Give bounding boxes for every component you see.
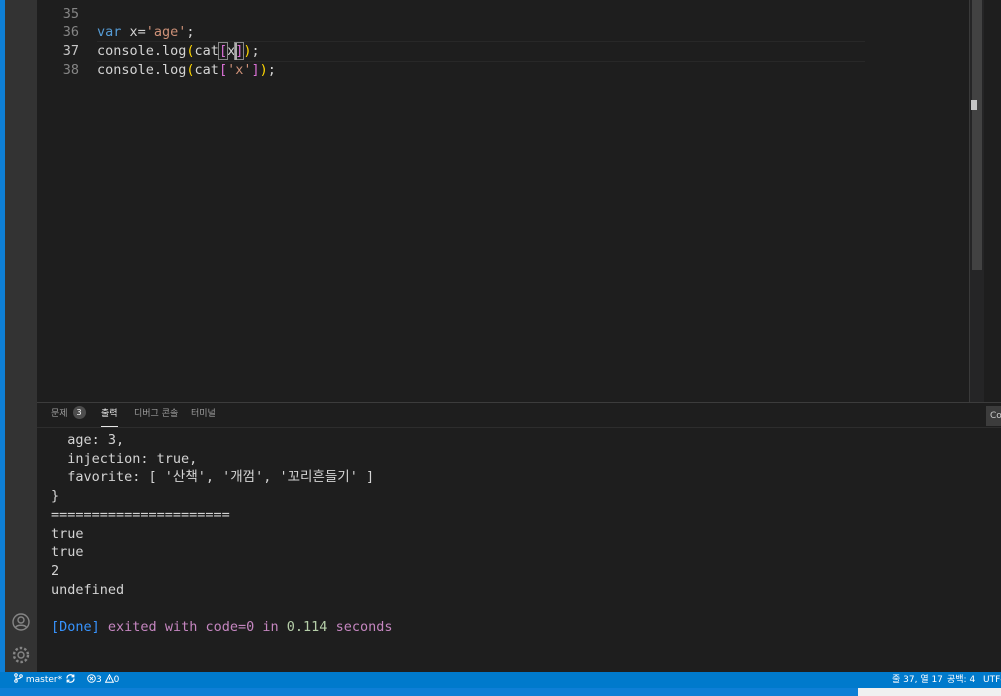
done-code: code=0 xyxy=(205,619,255,635)
done-exited: exited with xyxy=(107,619,198,635)
output-line: injection: true, xyxy=(51,450,198,467)
error-count: 3 xyxy=(96,675,102,685)
warning-icon xyxy=(104,673,114,683)
code-token: ; xyxy=(267,62,276,78)
code-token: ) xyxy=(259,62,268,78)
window-bottom-edge xyxy=(0,688,1001,696)
bottom-panel: 문제 3 출력 디버그 콘솔 터미널 Co age: 3, injection: … xyxy=(37,402,1001,673)
code-token: console.log xyxy=(97,43,187,59)
indentation[interactable]: 공백: 4 xyxy=(947,672,975,688)
code-editor[interactable]: 35 36 var x='age'; 37 console.log(cat[x]); 38… xyxy=(37,0,1001,402)
code-token: ( xyxy=(186,43,195,59)
done-line: [Done] exited with code=0 in 0.114 secon… xyxy=(51,618,392,637)
scrollbar-thumb[interactable] xyxy=(972,0,982,270)
code-text: var x='age'; xyxy=(97,23,195,42)
line-number: 36 xyxy=(62,24,79,40)
output-line: true xyxy=(51,544,84,561)
code-token: 'x' xyxy=(227,62,252,78)
text-cursor xyxy=(235,43,238,60)
code-token: 'age' xyxy=(145,24,187,40)
code-line: 35 xyxy=(37,5,977,24)
branch-name: master* xyxy=(25,675,63,685)
output-line: true xyxy=(51,525,84,542)
code-token: ) xyxy=(243,43,252,59)
code-token: console.log xyxy=(97,62,187,78)
output-line: undefined xyxy=(51,581,125,598)
code-token: cat xyxy=(194,43,219,59)
output-channel-select[interactable]: Co xyxy=(986,406,1001,426)
git-branch-icon xyxy=(14,673,23,683)
output-line: favorite: [ '산책', '개껌', '꼬리흔들기' ] xyxy=(51,469,375,486)
code-line: 38 console.log(cat['x']); xyxy=(37,61,977,80)
cursor-position-marker xyxy=(971,100,977,110)
line-number: 37 xyxy=(62,43,79,59)
error-icon xyxy=(87,674,96,683)
panel-tabs: 문제 3 출력 디버그 콘솔 터미널 Co xyxy=(37,403,1001,428)
output-line: } xyxy=(51,488,60,505)
tab-output[interactable]: 출력 xyxy=(101,403,118,427)
encoding[interactable]: UTF- xyxy=(983,672,1001,688)
code-token: [ xyxy=(218,62,228,78)
status-bar: master* 3 0 줄 37, 열 17 공백: 4 UTF- xyxy=(0,672,1001,688)
cursor-position[interactable]: 줄 37, 열 17 xyxy=(892,672,943,688)
code-token: var xyxy=(97,24,122,40)
code-token: x= xyxy=(121,24,146,40)
tab-output-label: 출력 xyxy=(101,409,118,419)
tab-problems-label: 문제 xyxy=(51,409,68,419)
output-line: age: 3, xyxy=(51,432,125,448)
tab-terminal-label: 터미널 xyxy=(191,409,216,419)
done-seconds-value: 0.114 xyxy=(286,619,328,635)
problems-indicator[interactable]: 3 0 xyxy=(87,672,119,688)
code-token: [ xyxy=(217,42,229,60)
done-in: in xyxy=(262,619,279,635)
desktop-corner xyxy=(858,688,1001,696)
code-token: x xyxy=(227,43,236,59)
output-line: ====================== xyxy=(51,506,230,523)
gear-icon[interactable] xyxy=(11,645,31,665)
tab-terminal[interactable]: 터미널 xyxy=(191,403,216,426)
branch-indicator[interactable]: master* xyxy=(14,672,62,688)
code-token: ] xyxy=(251,62,260,78)
code-token: ; xyxy=(251,43,260,59)
code-line: 36 var x='age'; xyxy=(37,23,977,42)
done-tag: [Done] xyxy=(51,619,100,635)
warning-count: 0 xyxy=(113,675,120,685)
line-number: 35 xyxy=(62,6,79,22)
code-line: 37 console.log(cat[x]); xyxy=(37,42,977,61)
code-token: cat xyxy=(194,62,219,78)
problems-count-badge: 3 xyxy=(72,406,86,419)
code-token: ( xyxy=(186,62,195,78)
code-token: ; xyxy=(186,24,195,40)
code-text: console.log(cat['x']); xyxy=(97,61,276,80)
tab-debug-console[interactable]: 디버그 콘솔 xyxy=(134,403,178,426)
line-number: 38 xyxy=(62,62,79,78)
sync-icon[interactable] xyxy=(65,672,76,688)
tab-debug-console-label: 디버그 콘솔 xyxy=(134,409,179,419)
output-line: 2 xyxy=(51,562,60,579)
activity-bar xyxy=(5,0,37,672)
account-icon[interactable] xyxy=(11,612,31,632)
done-seconds-unit: seconds xyxy=(335,619,393,635)
tab-problems[interactable]: 문제 3 xyxy=(51,403,86,426)
